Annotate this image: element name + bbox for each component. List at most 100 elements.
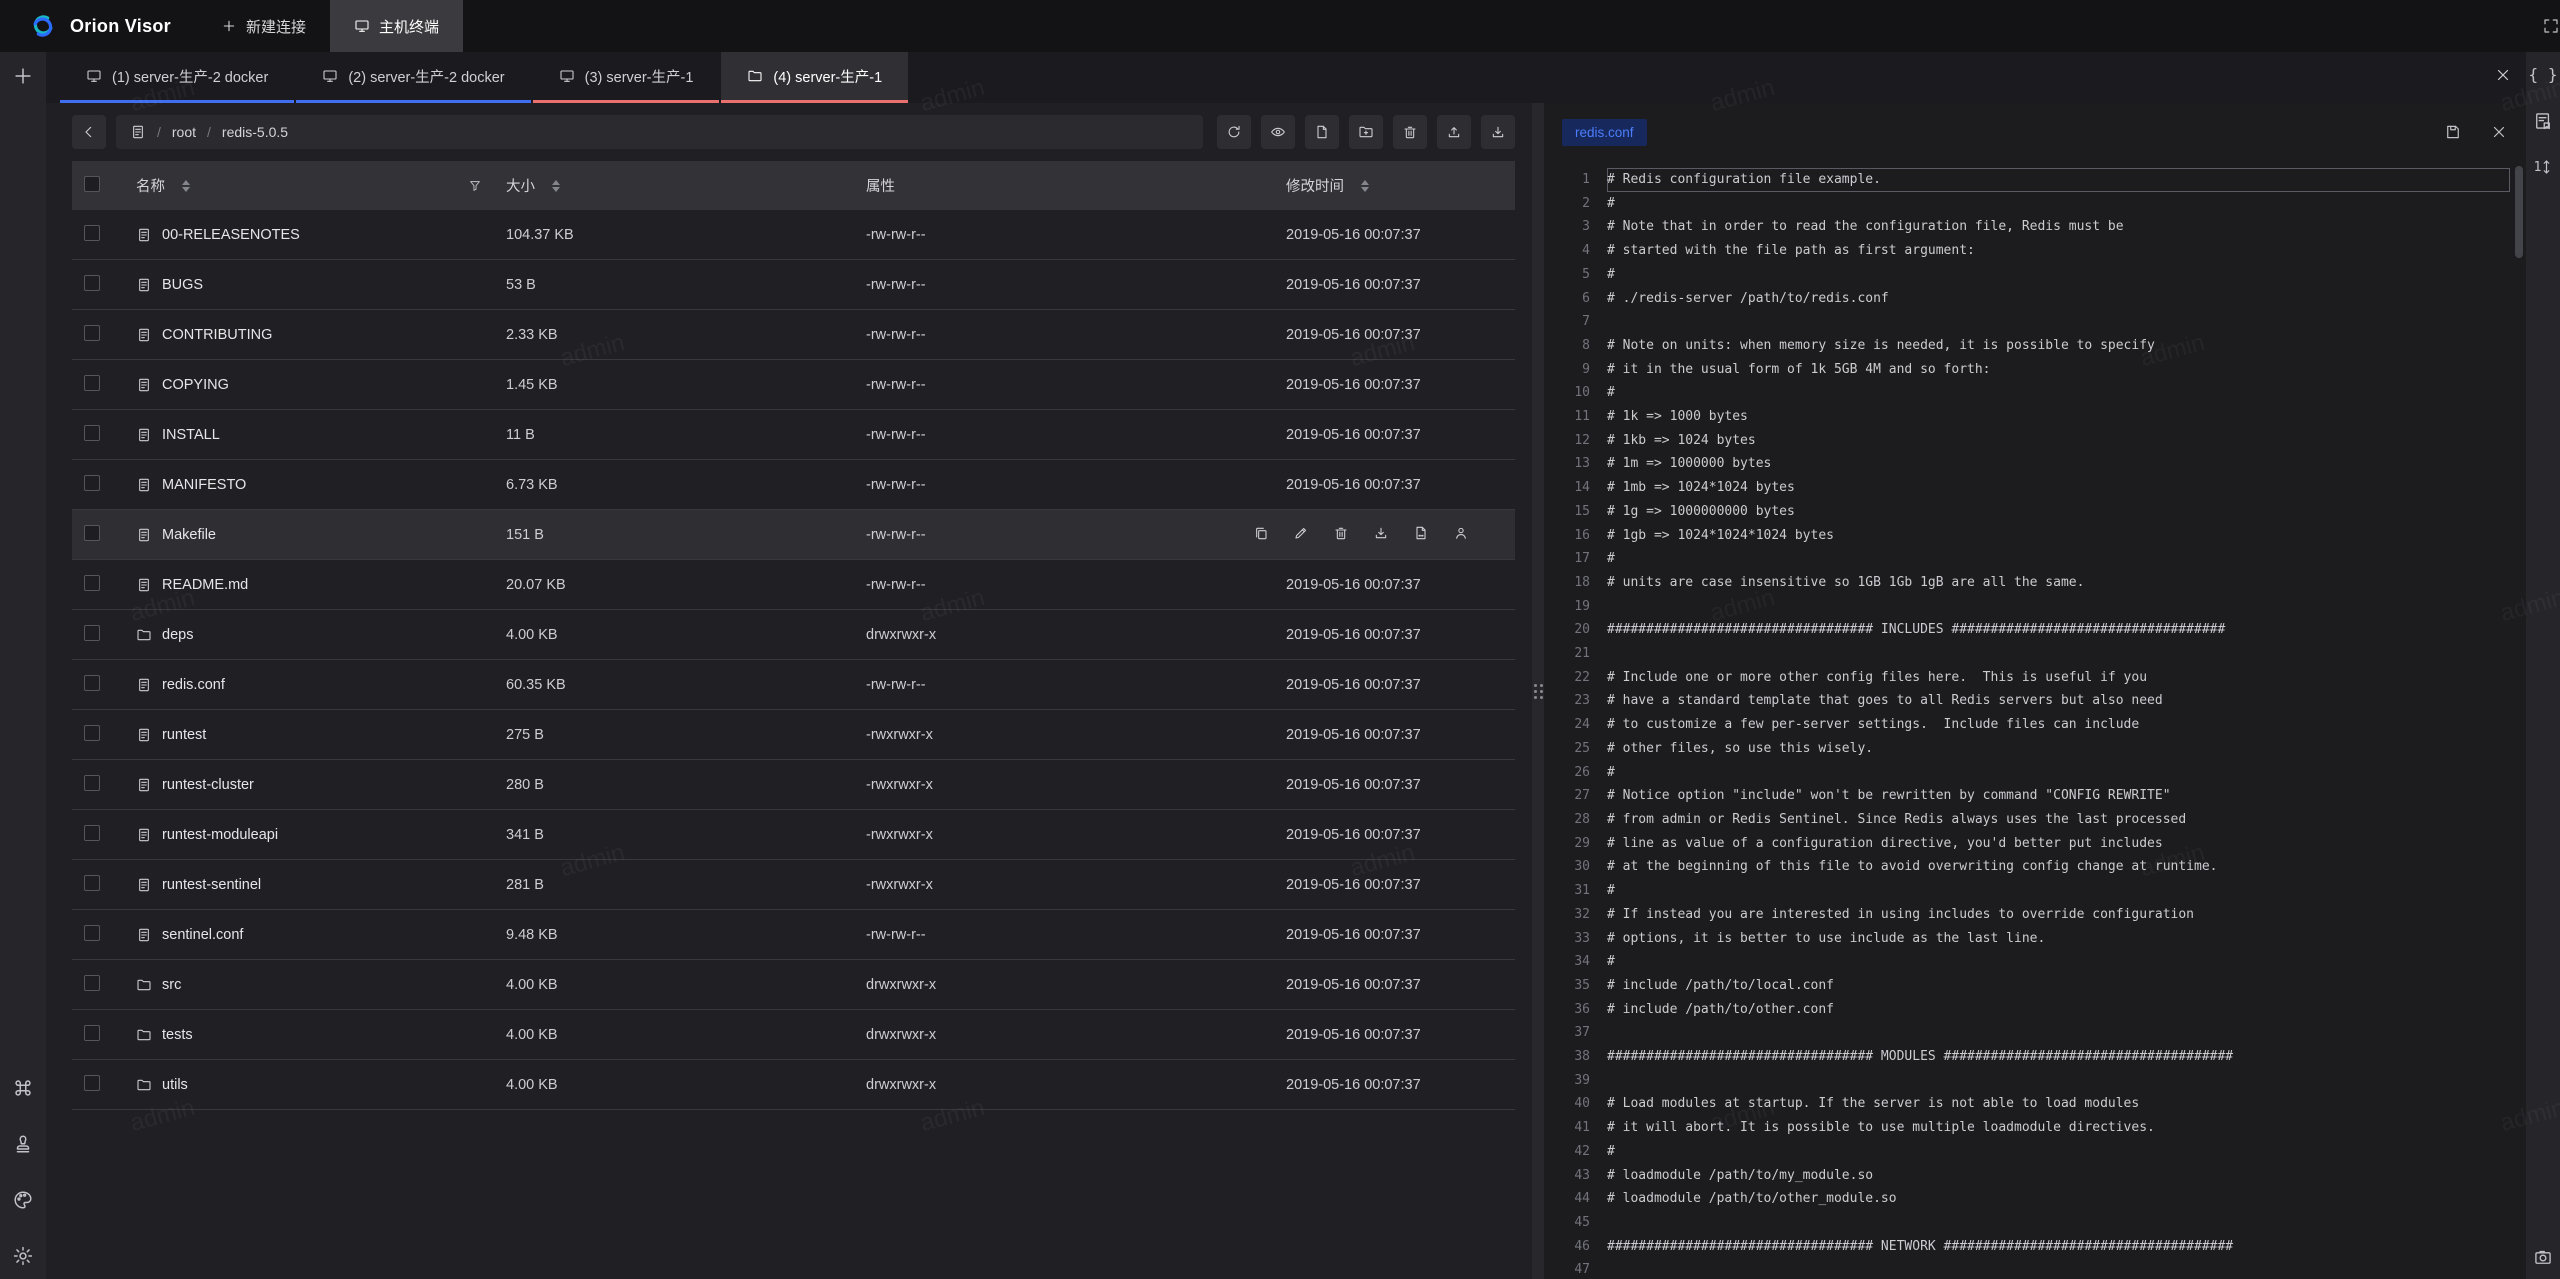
app-logo[interactable]: Orion Visor	[0, 0, 197, 52]
code-line[interactable]: 7	[1544, 310, 2526, 334]
code-line[interactable]: 5 #	[1544, 263, 2526, 287]
row-checkbox[interactable]	[84, 425, 100, 441]
stamp-button[interactable]	[12, 1133, 34, 1155]
code-line[interactable]: 27 # Notice option "include" won't be re…	[1544, 784, 2526, 808]
file-name[interactable]: MANIFESTO	[162, 477, 246, 493]
code-line[interactable]: 2 #	[1544, 192, 2526, 216]
code-line[interactable]: 44 # loadmodule /path/to/other_module.so	[1544, 1187, 2526, 1211]
row-checkbox[interactable]	[84, 375, 100, 391]
breadcrumb-segment-root[interactable]: root	[172, 124, 196, 140]
code-line[interactable]: 19	[1544, 595, 2526, 619]
column-header-size[interactable]: 大小	[506, 175, 535, 196]
row-checkbox[interactable]	[84, 1025, 100, 1041]
code-line[interactable]: 30 # at the beginning of this file to av…	[1544, 855, 2526, 879]
row-checkbox[interactable]	[84, 625, 100, 641]
table-row[interactable]: redis.conf 60.35 KB -rw-rw-r-- 2019-05-1…	[72, 660, 1515, 710]
delete-icon[interactable]	[1333, 525, 1349, 541]
file-name[interactable]: BUGS	[162, 277, 203, 293]
toggle-hidden-files-button[interactable]	[1261, 115, 1295, 149]
theme-button[interactable]	[12, 1189, 34, 1211]
new-tab-button[interactable]	[12, 65, 34, 87]
row-checkbox[interactable]	[84, 675, 100, 691]
delete-button[interactable]	[1393, 115, 1427, 149]
table-row[interactable]: COPYING 1.45 KB -rw-rw-r-- 2019-05-16 00…	[72, 360, 1515, 410]
sort-icon[interactable]	[1361, 180, 1369, 192]
permission-icon[interactable]	[1453, 525, 1469, 541]
code-line[interactable]: 42 #	[1544, 1140, 2526, 1164]
code-line[interactable]: 22 # Include one or more other config fi…	[1544, 666, 2526, 690]
code-line[interactable]: 37	[1544, 1021, 2526, 1045]
row-checkbox[interactable]	[84, 1075, 100, 1091]
code-line[interactable]: 43 # loadmodule /path/to/my_module.so	[1544, 1164, 2526, 1188]
code-line[interactable]: 21	[1544, 642, 2526, 666]
code-line[interactable]: 17 #	[1544, 547, 2526, 571]
settings-button[interactable]	[12, 1245, 34, 1267]
file-detail-icon[interactable]	[1413, 525, 1429, 541]
row-checkbox[interactable]	[84, 775, 100, 791]
refresh-button[interactable]	[1217, 115, 1251, 149]
file-name[interactable]: runtest-cluster	[162, 777, 254, 793]
column-header-name[interactable]: 名称	[136, 175, 165, 196]
fullscreen-button[interactable]	[2542, 0, 2560, 52]
code-line[interactable]: 1 # Redis configuration file example.	[1544, 168, 2526, 192]
terminal-tab[interactable]: (3) server-生产-1	[533, 52, 720, 103]
screenshot-button[interactable]	[2533, 1247, 2553, 1267]
table-row[interactable]: 00-RELEASENOTES 104.37 KB -rw-rw-r-- 201…	[72, 210, 1515, 260]
code-line[interactable]: 31 #	[1544, 879, 2526, 903]
code-line[interactable]: 26 #	[1544, 761, 2526, 785]
download-icon[interactable]	[1373, 525, 1389, 541]
table-row[interactable]: sentinel.conf 9.48 KB -rw-rw-r-- 2019-05…	[72, 910, 1515, 960]
file-name[interactable]: CONTRIBUTING	[162, 327, 272, 343]
code-line[interactable]: 38 ################################## MO…	[1544, 1045, 2526, 1069]
code-line[interactable]: 24 # to customize a few per-server setti…	[1544, 713, 2526, 737]
table-row[interactable]: README.md 20.07 KB -rw-rw-r-- 2019-05-16…	[72, 560, 1515, 610]
code-line[interactable]: 8 # Note on units: when memory size is n…	[1544, 334, 2526, 358]
code-line[interactable]: 14 # 1mb => 1024*1024 bytes	[1544, 476, 2526, 500]
code-line[interactable]: 23 # have a standard template that goes …	[1544, 689, 2526, 713]
code-line[interactable]: 11 # 1k => 1000 bytes	[1544, 405, 2526, 429]
file-name[interactable]: runtest-moduleapi	[162, 827, 278, 843]
row-checkbox[interactable]	[84, 225, 100, 241]
code-line[interactable]: 28 # from admin or Redis Sentinel. Since…	[1544, 808, 2526, 832]
row-checkbox[interactable]	[84, 575, 100, 591]
table-row[interactable]: deps 4.00 KB drwxrwxr-x 2019-05-16 00:07…	[72, 610, 1515, 660]
file-name[interactable]: src	[162, 977, 181, 993]
row-checkbox[interactable]	[84, 925, 100, 941]
breadcrumb-segment-current[interactable]: redis-5.0.5	[222, 124, 288, 140]
table-row[interactable]: runtest 275 B -rwxrwxr-x 2019-05-16 00:0…	[72, 710, 1515, 760]
code-line[interactable]: 36 # include /path/to/other.conf	[1544, 998, 2526, 1022]
file-name[interactable]: deps	[162, 627, 193, 643]
terminal-tab[interactable]: (4) server-生产-1	[721, 52, 908, 103]
file-name[interactable]: runtest-sentinel	[162, 877, 261, 893]
code-line[interactable]: 46 ################################## NE…	[1544, 1235, 2526, 1259]
code-editor[interactable]: 1 # Redis configuration file example. 2 …	[1544, 161, 2526, 1279]
code-line[interactable]: 18 # units are case insensitive so 1GB 1…	[1544, 571, 2526, 595]
code-line[interactable]: 20 ################################## IN…	[1544, 618, 2526, 642]
code-line[interactable]: 41 # it will abort. It is possible to us…	[1544, 1116, 2526, 1140]
menu-new-connection[interactable]: 新建连接	[197, 0, 330, 52]
table-row[interactable]: BUGS 53 B -rw-rw-r-- 2019-05-16 00:07:37	[72, 260, 1515, 310]
code-line[interactable]: 34 #	[1544, 950, 2526, 974]
editor-file-tab[interactable]: redis.conf	[1562, 119, 1647, 146]
table-row[interactable]: runtest-moduleapi 341 B -rwxrwxr-x 2019-…	[72, 810, 1515, 860]
back-button[interactable]	[72, 115, 106, 149]
row-checkbox[interactable]	[84, 325, 100, 341]
table-row[interactable]: runtest-cluster 280 B -rwxrwxr-x 2019-05…	[72, 760, 1515, 810]
table-row[interactable]: tests 4.00 KB drwxrwxr-x 2019-05-16 00:0…	[72, 1010, 1515, 1060]
select-all-checkbox[interactable]	[84, 176, 100, 192]
row-checkbox[interactable]	[84, 275, 100, 291]
code-line[interactable]: 4 # started with the file path as first …	[1544, 239, 2526, 263]
code-line[interactable]: 16 # 1gb => 1024*1024*1024 bytes	[1544, 524, 2526, 548]
code-line[interactable]: 33 # options, it is better to use includ…	[1544, 927, 2526, 951]
upload-button[interactable]	[1437, 115, 1471, 149]
file-bookmark-button[interactable]	[2533, 111, 2553, 131]
file-name[interactable]: INSTALL	[162, 427, 220, 443]
row-checkbox[interactable]	[84, 875, 100, 891]
code-line[interactable]: 9 # it in the usual form of 1k 5GB 4M an…	[1544, 358, 2526, 382]
table-row[interactable]: INSTALL 11 B -rw-rw-r-- 2019-05-16 00:07…	[72, 410, 1515, 460]
sort-icon[interactable]	[552, 180, 560, 192]
code-line[interactable]: 47	[1544, 1258, 2526, 1279]
code-line[interactable]: 10 #	[1544, 381, 2526, 405]
table-row[interactable]: runtest-sentinel 281 B -rwxrwxr-x 2019-0…	[72, 860, 1515, 910]
file-name[interactable]: 00-RELEASENOTES	[162, 227, 300, 243]
